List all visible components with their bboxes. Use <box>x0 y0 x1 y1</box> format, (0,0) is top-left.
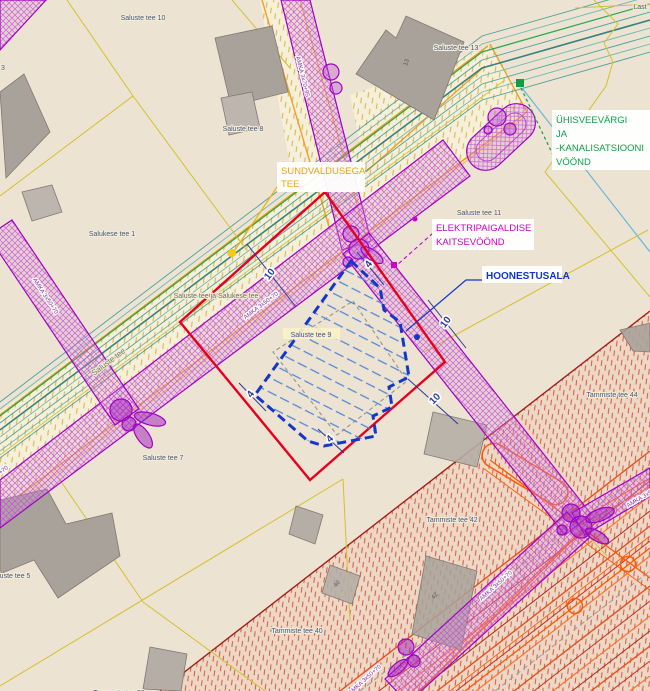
annotation-line: HOONESTUSALA <box>486 271 570 282</box>
parcel-label: Saluste tee 13 <box>434 45 479 52</box>
annotation-elektripaigaldis: ELEKTRIPAIGALDISE KAITSEVÖÖND <box>432 219 534 250</box>
annotation-line: SUNDVALDUSEGA <box>281 166 366 177</box>
parcel-label: Salukese tee 1 <box>89 231 135 238</box>
annotation-line: -KANALISATSIOONI <box>556 143 644 154</box>
annotation-uhisveevark: ÜHISVEEVÄRGI JA -KANALISATSIOONI VÖÖND <box>552 110 650 170</box>
parcel-label: Last <box>633 4 646 11</box>
annotation-sundvaldusega-tee: SUNDVALDUSEGA TEE <box>277 162 366 192</box>
water-connection-point <box>516 79 524 87</box>
parcel-label: Saluste tee 8 <box>223 126 264 133</box>
annotation-line: JA <box>556 129 568 140</box>
parcel-label: Saluste tee 11 <box>457 210 501 217</box>
parcel-label: Saluste tee 9 <box>291 332 332 339</box>
parcel-label: Saluste tee 10 <box>121 15 166 22</box>
annotation-line: TEE <box>281 179 299 190</box>
annotation-line: ELEKTRIPAIGALDISE <box>436 223 531 234</box>
parcel-label: Tammiste tee 40 <box>271 628 322 635</box>
parcel-label: 3 <box>1 65 5 72</box>
annotation-line: ÜHISVEEVÄRGI <box>556 115 627 126</box>
annotation-line: VÖÖND <box>556 157 591 168</box>
map-canvas[interactable]: Saluste tee 10 Saluste tee 8 Saluste tee… <box>0 0 650 691</box>
parcel-label: Saluste tee 7 <box>143 455 184 462</box>
parcel-label: Tammiste tee 44 <box>586 392 637 399</box>
annotation-hoonestusala: HOONESTUSALA <box>482 266 570 283</box>
annotation-line: KAITSEVÖÖND <box>436 237 505 248</box>
parcel-label: Tammiste tee 42 <box>426 517 477 524</box>
road-parcel-label: Saluste tee ja Salukese tee <box>174 293 259 300</box>
planning-map[interactable]: Saluste tee 10 Saluste tee 8 Saluste tee… <box>0 0 650 691</box>
parcel-label: Saluste tee 5 <box>0 573 31 580</box>
